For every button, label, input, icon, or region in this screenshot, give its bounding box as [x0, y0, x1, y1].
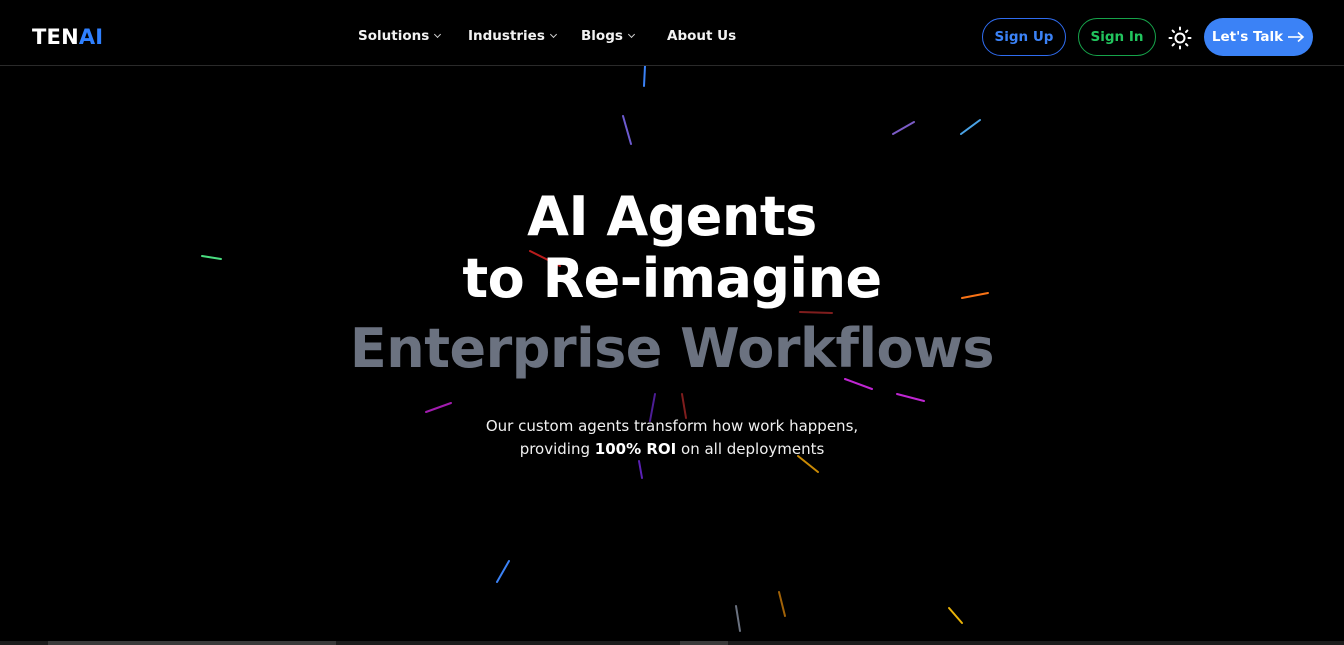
sign-up-button[interactable]: Sign Up: [982, 18, 1066, 56]
arrow-right-icon: [1288, 31, 1305, 43]
nav-item-label: Blogs: [581, 28, 623, 44]
sign-in-button[interactable]: Sign In: [1078, 18, 1156, 56]
logo-text-ten: TEN: [32, 25, 79, 49]
hero-subtitle-line-1: Our custom agents transform how work hap…: [485, 417, 859, 435]
horizontal-scrollbar[interactable]: [0, 641, 1344, 645]
logo-text-ai: AI: [78, 25, 104, 49]
scrollbar-segment: [680, 641, 728, 645]
lets-talk-button[interactable]: Let's Talk: [1204, 18, 1313, 56]
hero-heading-line-1: AI Agents: [527, 185, 817, 248]
sun-icon: [1168, 26, 1192, 50]
roi-highlight: 100% ROI: [594, 440, 677, 458]
nav-item-about-us[interactable]: About Us: [667, 28, 736, 44]
theme-toggle-button[interactable]: [1168, 26, 1192, 50]
nav-item-label: About Us: [667, 28, 737, 44]
hero-heading-line-2: to Re-imagine: [462, 247, 882, 310]
hero-section: AI Agents to Re-imagine Enterprise Workf…: [0, 66, 1344, 645]
nav-item-blogs[interactable]: Blogs: [581, 28, 635, 44]
nav-item-solutions[interactable]: Solutions: [358, 28, 442, 44]
hero-heading-line-3: Enterprise Workflows: [349, 317, 995, 380]
subtitle-suffix: on all deployments: [681, 440, 825, 458]
site-header: TENAI Solutions Industries Blogs About U…: [0, 0, 1344, 66]
subtitle-prefix: providing: [519, 440, 590, 458]
chevron-down-icon: [549, 30, 557, 39]
nav-item-label: Industries: [468, 28, 545, 44]
chevron-down-icon: [434, 30, 442, 39]
logo[interactable]: TENAI: [32, 24, 103, 50]
page: TENAI Solutions Industries Blogs About U…: [0, 0, 1344, 645]
chevron-down-icon: [627, 30, 635, 39]
hero-subtitle-line-2: providing 100% ROI on all deployments: [0, 438, 1344, 461]
scrollbar-thumb[interactable]: [48, 641, 336, 645]
lets-talk-label: Let's Talk: [1211, 29, 1284, 45]
nav-item-industries[interactable]: Industries: [468, 28, 557, 44]
nav-item-label: Solutions: [358, 28, 430, 44]
